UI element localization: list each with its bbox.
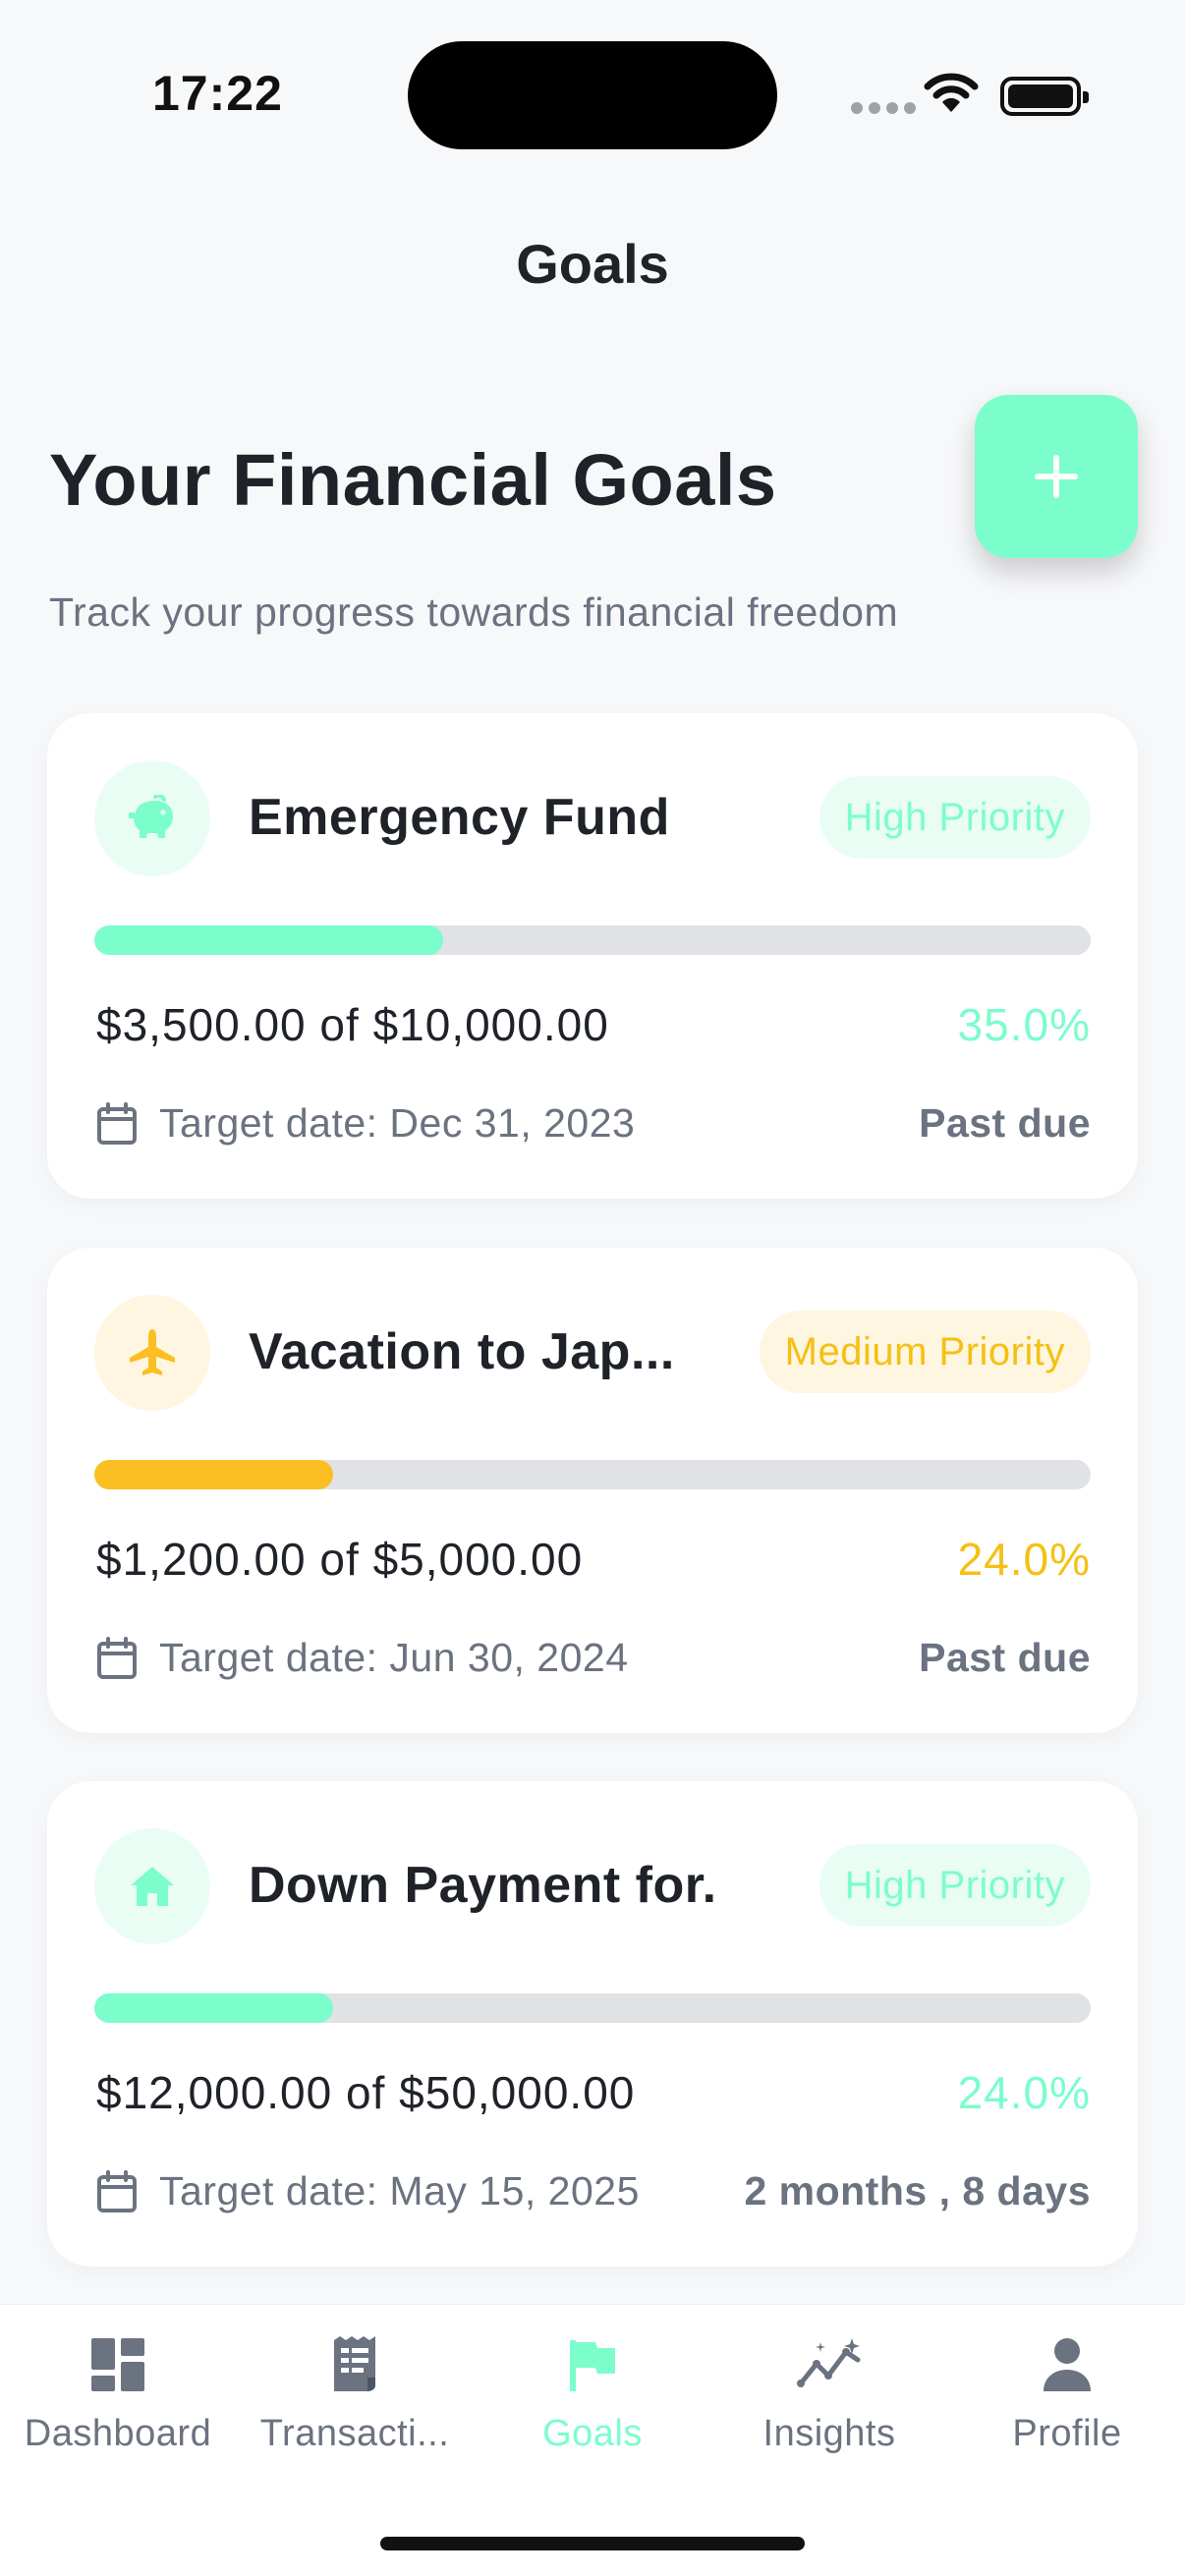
goal-icon-container <box>94 1828 210 1944</box>
nav-title: Goals <box>516 233 669 295</box>
time-remaining: Past due <box>919 1100 1091 1146</box>
goal-percent: 24.0% <box>957 2067 1091 2118</box>
priority-badge: Medium Priority <box>759 1311 1091 1393</box>
status-bar: 17:22 <box>0 0 1185 196</box>
progress-bar <box>94 1993 334 2023</box>
house-icon <box>131 1867 174 1906</box>
goal-card-down-payment[interactable]: Down Payment for... High Priority $12,00… <box>47 1781 1138 2267</box>
target-date: Target date: Dec 31, 2023 <box>159 1100 636 1146</box>
target-date: Target date: Jun 30, 2024 <box>159 1635 629 1680</box>
dynamic-island <box>408 41 777 149</box>
goal-name: Emergency Fund <box>249 789 670 846</box>
target-date: Target date: May 15, 2025 <box>159 2168 640 2213</box>
goal-icon-container <box>94 760 210 876</box>
tab-insights[interactable]: Insights <box>711 2332 947 2480</box>
goal-name: Down Payment for... <box>249 1857 720 1914</box>
goal-percent: 24.0% <box>957 1534 1091 1585</box>
progress-bar <box>94 925 443 955</box>
tab-label: Transacti... <box>259 2413 450 2454</box>
progress-bar <box>94 1460 334 1489</box>
tab-dashboard[interactable]: Dashboard <box>0 2332 236 2480</box>
tab-label: Dashboard <box>24 2413 212 2454</box>
time-remaining: 2 months , 8 days <box>744 2168 1091 2213</box>
wifi-icon <box>924 73 979 112</box>
goal-amount: $12,000.00 of $50,000.00 <box>96 2067 636 2118</box>
tab-goals[interactable]: Goals <box>475 2332 710 2480</box>
calendar-icon <box>97 2170 137 2212</box>
goal-card-vacation[interactable]: Vacation to Jap... Medium Priority $1,20… <box>47 1248 1138 1733</box>
receipt-icon <box>334 2336 375 2391</box>
dashboard-icon <box>91 2338 144 2391</box>
priority-badge: High Priority <box>818 776 1091 859</box>
priority-badge: High Priority <box>818 1844 1091 1927</box>
page-title: Your Financial Goals <box>49 439 777 521</box>
person-icon <box>1044 2338 1091 2391</box>
piggy-bank-icon <box>129 795 173 838</box>
progress-track <box>94 925 1091 955</box>
goal-amount: $3,500.00 of $10,000.00 <box>96 999 609 1050</box>
goal-percent: 35.0% <box>957 999 1091 1050</box>
tab-bar: Dashboard Transacti... Goals Insights Pr… <box>0 2304 1185 2576</box>
goal-icon-container <box>94 1295 210 1411</box>
progress-track <box>94 1993 1091 2023</box>
status-time: 17:22 <box>152 66 283 121</box>
goal-amount: $1,200.00 of $5,000.00 <box>96 1534 584 1585</box>
calendar-icon <box>97 1102 137 1145</box>
tab-transactions[interactable]: Transacti... <box>237 2332 473 2480</box>
flag-icon <box>570 2340 615 2391</box>
tab-label: Goals <box>542 2413 643 2454</box>
goal-card-emergency-fund[interactable]: Emergency Fund High Priority $3,500.00 o… <box>47 713 1138 1199</box>
time-remaining: Past due <box>919 1635 1091 1680</box>
calendar-icon <box>97 1637 137 1679</box>
tab-profile[interactable]: Profile <box>949 2332 1185 2480</box>
battery-icon <box>1000 77 1089 116</box>
airplane-icon <box>130 1329 175 1375</box>
progress-track <box>94 1460 1091 1489</box>
add-goal-button[interactable] <box>975 395 1138 558</box>
goal-name: Vacation to Jap... <box>249 1323 675 1380</box>
page-subtitle: Track your progress towards financial fr… <box>49 589 899 635</box>
tab-label: Profile <box>1012 2413 1122 2454</box>
insights-icon <box>797 2338 861 2387</box>
tab-label: Insights <box>762 2413 896 2454</box>
home-indicator[interactable] <box>380 2537 805 2550</box>
cellular-signal-icon <box>851 102 916 114</box>
